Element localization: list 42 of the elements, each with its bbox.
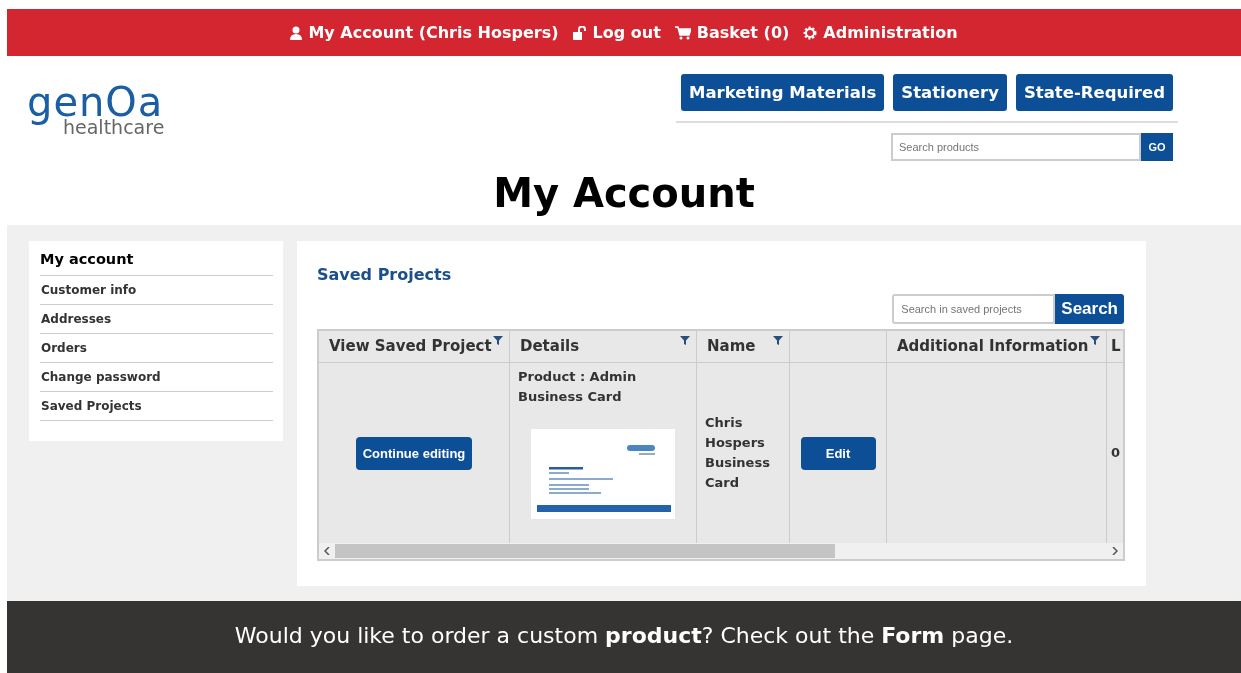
top-link[interactable]: My Account (Chris Hospers) bbox=[290, 23, 559, 42]
go-button[interactable]: GO bbox=[1141, 133, 1173, 161]
column-header: View Saved Project bbox=[329, 337, 492, 355]
table-cell-text: Product : Admin Business Card bbox=[518, 368, 638, 406]
column-header: Details bbox=[520, 337, 580, 355]
horizontal-scrollbar[interactable] bbox=[319, 543, 1123, 559]
nav-button[interactable]: State-Required bbox=[1015, 74, 1173, 111]
footer-text: Would you like to order a custom product? Check out the Form page. bbox=[234, 622, 1014, 648]
sidebar-item[interactable]: Customer info bbox=[40, 276, 273, 305]
sidebar-item[interactable]: Saved Projects bbox=[40, 392, 273, 421]
search-field[interactable]: Search in saved projects bbox=[892, 294, 1056, 324]
column-header: L bbox=[1111, 337, 1121, 355]
filter-icon[interactable] bbox=[1090, 336, 1100, 345]
column-header: Additional Information bbox=[897, 337, 1089, 355]
scroll-right-icon[interactable] bbox=[1112, 547, 1118, 555]
top-link[interactable]: Log out bbox=[572, 23, 661, 42]
user-icon bbox=[290, 25, 303, 40]
column-header: Name bbox=[707, 337, 756, 355]
logo[interactable]: genOa healthcare bbox=[27, 82, 165, 171]
sidebar-item[interactable]: Change password bbox=[40, 363, 273, 392]
sidebar-item[interactable]: Orders bbox=[40, 334, 273, 363]
filter-icon[interactable] bbox=[493, 336, 503, 345]
search-field[interactable]: Search products bbox=[891, 133, 1141, 161]
lock-icon bbox=[572, 25, 587, 40]
filter-icon[interactable] bbox=[773, 336, 783, 345]
top-link[interactable]: Basket (0) bbox=[674, 23, 790, 42]
section-title: Saved Projects bbox=[317, 265, 453, 284]
cart-icon bbox=[674, 25, 691, 40]
settings-icon bbox=[803, 25, 818, 40]
table-cell-text: 0 bbox=[1111, 444, 1121, 462]
nav-button[interactable]: Marketing Materials bbox=[681, 74, 885, 111]
sidebar-title: My account bbox=[40, 251, 273, 276]
edit-button[interactable]: Edit bbox=[800, 436, 876, 470]
top-link[interactable]: Administration bbox=[803, 23, 958, 42]
search-button[interactable]: Search bbox=[1055, 294, 1124, 324]
continue-editing-button[interactable]: Continue editing bbox=[355, 436, 473, 470]
page-title: My Account bbox=[492, 169, 756, 218]
table-cell-text: Chris Hospers Business Card bbox=[705, 414, 771, 492]
filter-icon[interactable] bbox=[680, 336, 690, 345]
scroll-left-icon[interactable] bbox=[324, 547, 330, 555]
sidebar-item[interactable]: Addresses bbox=[40, 305, 273, 334]
nav-button[interactable]: Stationery bbox=[893, 74, 1007, 111]
